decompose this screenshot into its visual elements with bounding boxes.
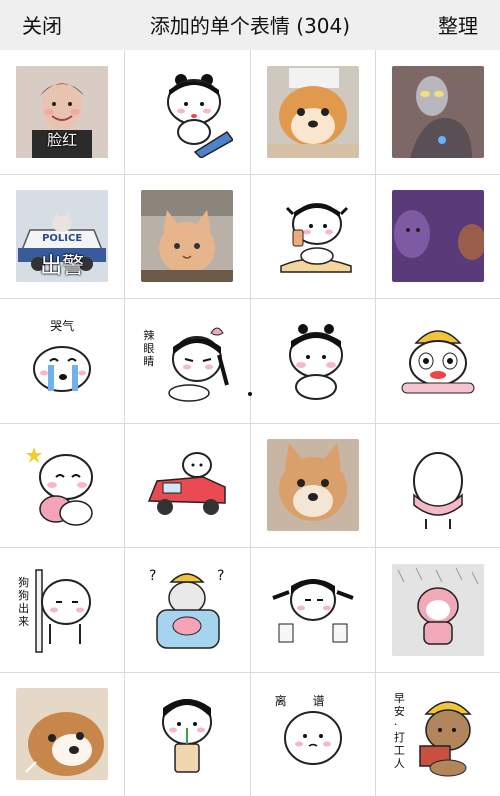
center-dot [248,392,252,396]
sticker-peek-wall[interactable]: 狗狗出来 [0,548,125,672]
sticker-caption: 早安·打工人 [393,692,405,771]
sticker-shiba-dog[interactable] [250,423,375,547]
sticker-ultraman[interactable] [375,50,500,174]
sticker-hug-pig[interactable] [0,423,125,547]
crying-wrapper: 哭气 [16,315,108,407]
sticker-corgi[interactable] [0,672,125,796]
sticker-caption: 出警 [40,254,85,280]
sticker-caption: 哭气 [50,318,75,333]
purple-ghost-photo [391,190,484,283]
drink-cup-illustration [162,699,213,773]
sticker-drink-cup[interactable] [125,672,250,796]
sticker-girl-pingpong[interactable] [125,50,250,174]
sticker-girl-cheek[interactable] [250,299,375,423]
red-car-illustration [148,452,227,516]
sticker-ridiculous[interactable]: 离谱 [250,672,375,796]
armchair-illustration: ?? [149,568,225,649]
sticker-pink-pants[interactable] [375,423,500,547]
shiba-dog-photo [266,439,359,532]
sticker-spicy-eyes[interactable]: 辣眼睛 [125,299,250,423]
sticker-yellow-hat[interactable] [375,299,500,423]
ultraman-photo [391,65,484,158]
sticker-shiba-mascot[interactable] [250,50,375,174]
organize-button[interactable]: 整理 [438,10,478,39]
yellow-hat-illustration [401,330,475,394]
sticker-caption: 脸红 [47,130,78,149]
girl-pingpong-illustration [167,73,234,158]
sticker-grid: 脸红 POLICE 出警 哭气 辣眼睛 狗狗出来 ? ? 离谱 早安·打工人 [0,50,500,796]
sticker-police-cat[interactable]: POLICE 出警 [0,174,125,298]
sticker-red-car[interactable] [125,423,250,547]
top-bar: 关闭 添加的单个表情 (304) 整理 [0,0,500,51]
sticker-blush-boy[interactable]: 脸红 [0,50,125,174]
sticker-caption: 辣眼睛 [143,328,155,368]
sticker-caption: 离谱 [274,694,351,709]
sticker-worker-morning[interactable]: 早安·打工人 [375,672,500,796]
police-cat-photo: POLICE 出警 [16,190,109,283]
peek-wall-wrapper: 狗狗出来 [16,564,108,656]
close-button[interactable]: 关闭 [22,10,62,39]
svg-text:?: ? [217,568,224,584]
girl-cheek-illustration [288,323,343,400]
ridiculous-wrapper: 离谱 [267,688,359,780]
page-title: 添加的单个表情 (304) [149,14,351,38]
shopping-bags-illustration [271,578,354,643]
spicy-eyes-wrapper: 辣眼睛 [141,315,233,407]
girl-phone-illustration [279,203,352,273]
pink-raincoat-photo [391,563,484,656]
cat-box-photo [141,190,234,283]
worker-morning-wrapper: 早安·打工人 [392,688,484,780]
svg-text:?: ? [149,568,156,584]
police-sign: POLICE [42,233,83,245]
sticker-cat-box[interactable] [125,174,250,298]
pink-pants-illustration [412,452,463,530]
shiba-mascot-photo [266,65,359,158]
corgi-photo [16,688,109,781]
sticker-crying[interactable]: 哭气 [0,299,125,423]
blush-boy-photo: 脸红 [16,65,109,158]
sticker-caption: 狗狗出来 [18,575,30,628]
sticker-pink-raincoat[interactable] [375,548,500,672]
hug-pig-illustration [26,447,94,526]
sticker-shopping-bags[interactable] [250,548,375,672]
sticker-girl-phone[interactable] [250,174,375,298]
sticker-purple-ghost[interactable] [375,174,500,298]
sticker-armchair[interactable]: ?? [125,548,250,672]
